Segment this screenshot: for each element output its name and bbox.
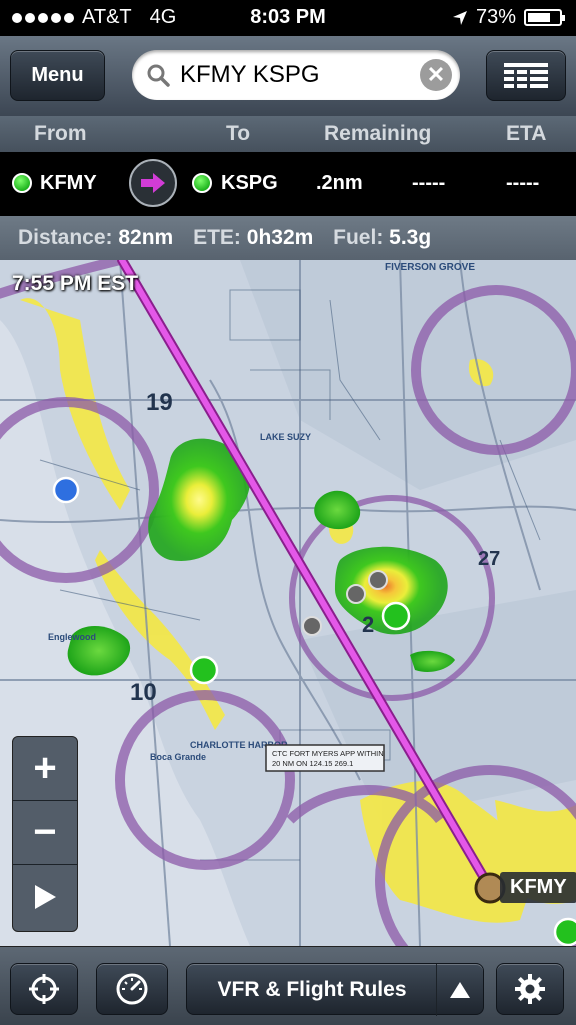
header-from: From [34, 122, 87, 145]
search-icon [147, 64, 170, 87]
bottom-toolbar: VFR & Flight Rules [0, 946, 576, 1025]
svg-text:Boca Grande: Boca Grande [150, 752, 206, 762]
status-bar: AT&T 4G 8:03 PM 73% [0, 0, 576, 36]
flight-summary-bar: Distance: 82nm ETE: 0h32m Fuel: 5.3g [0, 216, 576, 260]
airport-marker-gray-3[interactable] [368, 570, 388, 590]
svg-text:20 NM ON 124.15 269.1: 20 NM ON 124.15 269.1 [272, 759, 353, 768]
header-to: To [226, 122, 251, 145]
svg-text:CTC FORT MYERS APP WITHIN: CTC FORT MYERS APP WITHIN [272, 749, 384, 758]
gear-icon [515, 974, 545, 1004]
ete-value: 0h32m [246, 226, 314, 249]
airport-label-kfmy[interactable]: KFMY [500, 872, 576, 903]
nav-bar: Menu ✕ [0, 36, 576, 117]
fuel-label: Fuel: [333, 226, 384, 249]
list-icon [504, 62, 548, 88]
radar-timestamp: 7:55 PM EST [12, 272, 139, 295]
clear-icon[interactable]: ✕ [420, 59, 452, 91]
route-from: KFMY [40, 172, 97, 194]
battery-fill [528, 13, 550, 22]
battery-percent: 73% [475, 6, 516, 28]
svg-text:2: 2 [362, 612, 374, 637]
map-canvas[interactable]: 19 10 27 2 FIVERSON GROVE Boca Grande CH… [0, 260, 576, 946]
battery-icon [524, 9, 565, 26]
route-extra: ----- [506, 172, 540, 194]
svg-text:27: 27 [478, 548, 500, 570]
svg-text:19: 19 [146, 389, 173, 416]
route-header: From To Remaining ETA [0, 116, 576, 152]
ete-label: ETE: [193, 226, 241, 249]
svg-text:FIVERSON GROVE: FIVERSON GROVE [385, 262, 475, 273]
play-button[interactable] [13, 865, 77, 929]
header-eta: ETA [506, 122, 547, 145]
search-bar[interactable]: ✕ [132, 50, 460, 100]
locate-button[interactable] [10, 963, 78, 1015]
layer-selector[interactable]: VFR & Flight Rules [186, 963, 484, 1016]
search-input[interactable] [178, 60, 412, 90]
status-right: 73% [452, 6, 565, 29]
airport-marker-green-3[interactable] [553, 917, 576, 946]
route-row[interactable]: KFMY KSPG .2nm ----- ----- [0, 152, 576, 216]
from-status-dot [12, 173, 32, 193]
route-remaining: .2nm [316, 172, 363, 194]
svg-text:LAKE SUZY: LAKE SUZY [260, 432, 311, 442]
distance-value: 82nm [118, 226, 174, 249]
header-remaining: Remaining [324, 122, 432, 145]
airport-marker-blue[interactable] [52, 476, 80, 504]
direct-to-button[interactable] [129, 159, 177, 207]
menu-button[interactable]: Menu [10, 50, 105, 101]
crosshair-icon [29, 974, 59, 1004]
airport-marker-green-2[interactable] [381, 601, 411, 631]
zoom-in-button[interactable]: + [13, 737, 77, 801]
fuel-value: 5.3g [389, 226, 432, 249]
map-controls: + − [12, 736, 78, 932]
sectional-map[interactable]: 19 10 27 2 FIVERSON GROVE Boca Grande CH… [0, 260, 576, 946]
airport-marker-green-1[interactable] [189, 655, 219, 685]
play-icon [35, 885, 56, 909]
zoom-out-button[interactable]: − [13, 801, 77, 865]
arrow-right-icon [141, 173, 165, 193]
triangle-up-icon [450, 982, 470, 998]
svg-text:10: 10 [130, 679, 157, 706]
airspace-notice-box: CTC FORT MYERS APP WITHIN 20 NM ON 124.1… [265, 744, 385, 772]
to-status-dot [192, 173, 212, 193]
distance-label: Distance: [18, 226, 113, 249]
location-arrow-icon [452, 10, 467, 25]
airport-marker-gray-2[interactable] [346, 584, 366, 604]
layer-selector-label[interactable]: VFR & Flight Rules [187, 964, 437, 1016]
layer-expand-button[interactable] [436, 964, 483, 1016]
instruments-button[interactable] [96, 963, 168, 1015]
route-eta: ----- [412, 172, 446, 194]
list-view-button[interactable] [486, 50, 566, 101]
airport-marker-gray-1[interactable] [302, 616, 322, 636]
settings-button[interactable] [496, 963, 564, 1015]
gauge-icon [116, 973, 148, 1005]
svg-text:Englewood: Englewood [48, 632, 96, 642]
route-to: KSPG [221, 172, 278, 194]
